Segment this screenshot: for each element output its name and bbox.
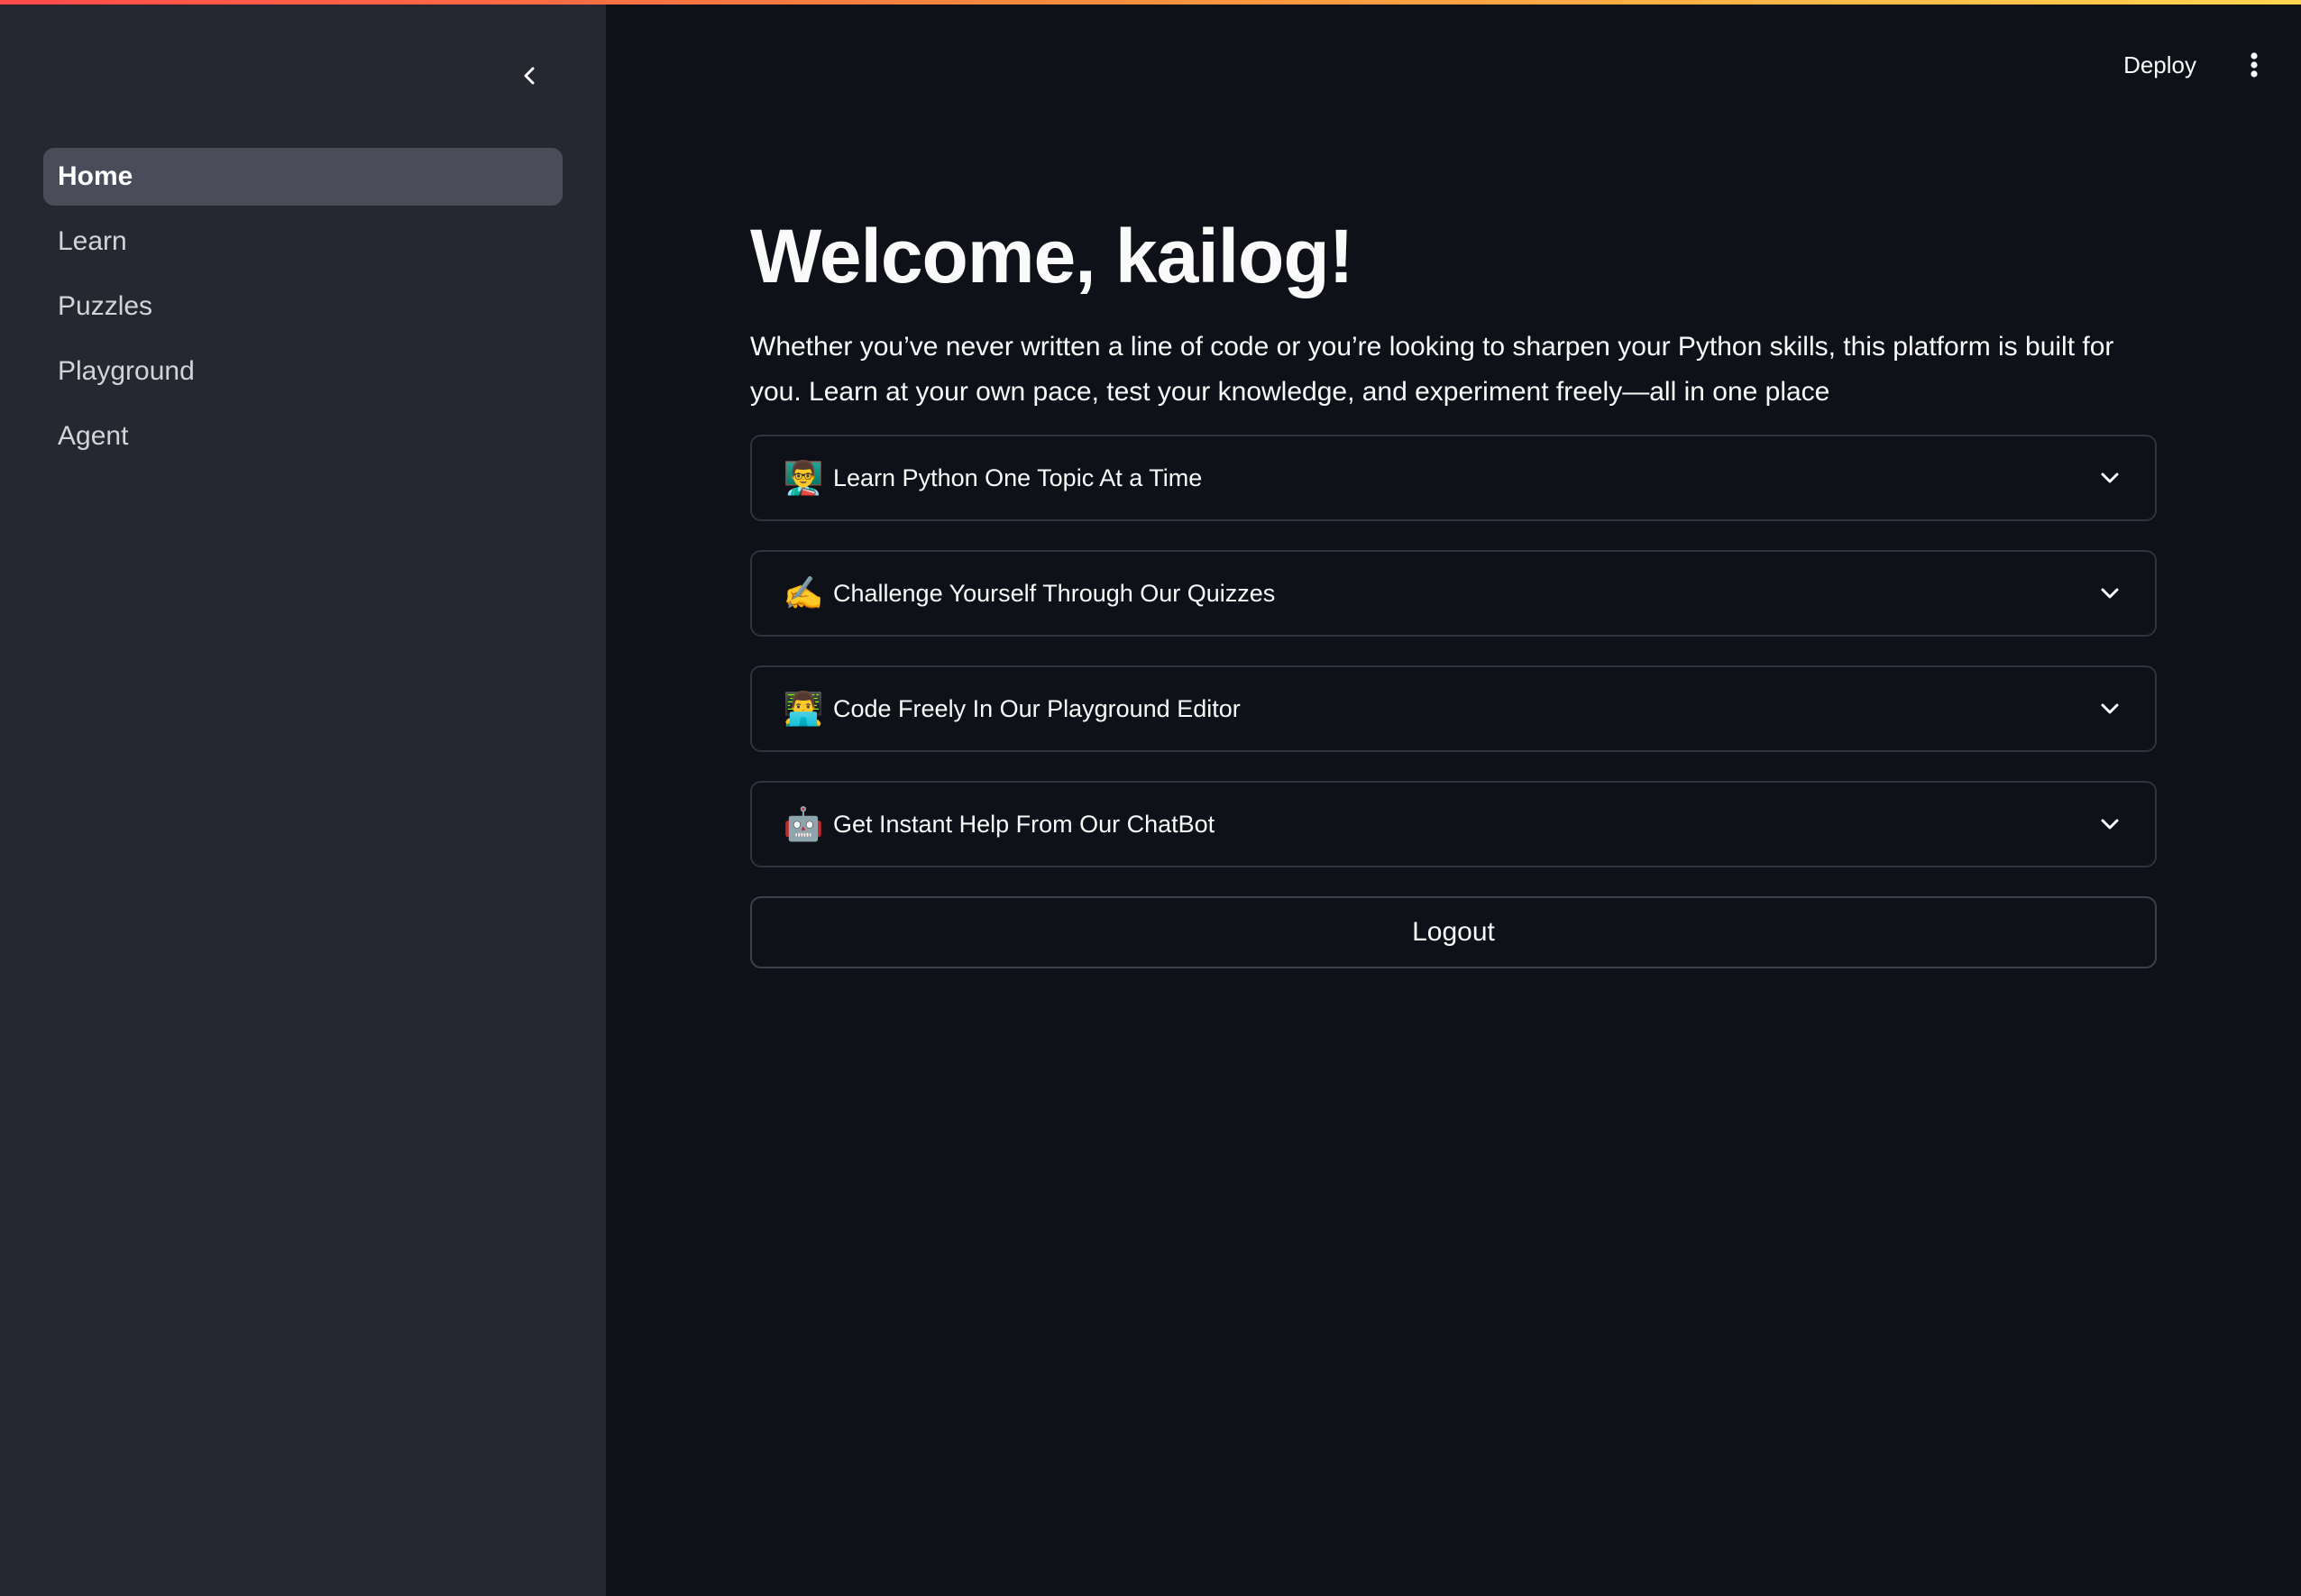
- main-content: Welcome, kailog! Whether you’ve never wr…: [750, 198, 2157, 968]
- intro-text: Whether you’ve never written a line of c…: [750, 332, 2114, 407]
- expander-learn[interactable]: 👨‍🏫 Learn Python One Topic At a Time: [750, 435, 2157, 521]
- sidebar-item-home[interactable]: Home: [43, 148, 563, 206]
- sidebar-item-label: Playground: [58, 356, 195, 386]
- chevron-down-icon: [2095, 694, 2124, 723]
- chevron-left-icon: [524, 67, 535, 85]
- sidebar-item-playground[interactable]: Playground: [43, 343, 563, 400]
- main-menu-button[interactable]: [2236, 40, 2272, 90]
- sidebar-item-label: Agent: [58, 421, 129, 451]
- sidebar-item-agent[interactable]: Agent: [43, 408, 563, 465]
- expander-playground[interactable]: 👨‍💻 Code Freely In Our Playground Editor: [750, 665, 2157, 752]
- technologist-icon: 👨‍💻: [783, 690, 824, 727]
- chevron-down-icon: [2095, 463, 2124, 492]
- writing-hand-icon: ✍️: [783, 574, 824, 611]
- robot-icon: 🤖: [783, 805, 824, 842]
- chevron-down-icon: [2095, 810, 2124, 839]
- sidebar-nav: Home Learn Puzzles Playground Agent: [43, 148, 563, 472]
- sidebar-item-label: Puzzles: [58, 291, 153, 321]
- chevron-down-icon: [2095, 579, 2124, 608]
- sidebar-item-label: Learn: [58, 226, 127, 256]
- expander-label: Get Instant Help From Our ChatBot: [833, 810, 1215, 838]
- sidebar-item-label: Home: [58, 161, 133, 191]
- expander-label: Code Freely In Our Playground Editor: [833, 694, 1241, 722]
- feature-expanders: 👨‍🏫 Learn Python One Topic At a Time ✍️ …: [750, 435, 2157, 867]
- expander-label: Learn Python One Topic At a Time: [833, 463, 1203, 491]
- vertical-ellipsis-icon: [2251, 52, 2258, 78]
- expander-label: Challenge Yourself Through Our Quizzes: [833, 579, 1276, 607]
- expander-quizzes[interactable]: ✍️ Challenge Yourself Through Our Quizze…: [750, 550, 2157, 637]
- collapse-sidebar-button[interactable]: [510, 56, 550, 96]
- sidebar: Home Learn Puzzles Playground Agent: [0, 0, 606, 1596]
- deploy-button[interactable]: Deploy: [2107, 42, 2213, 88]
- teacher-icon: 👨‍🏫: [783, 459, 824, 496]
- expander-chatbot[interactable]: 🤖 Get Instant Help From Our ChatBot: [750, 781, 2157, 867]
- header-actions: Deploy: [2107, 40, 2301, 90]
- logout-button[interactable]: Logout: [750, 896, 2157, 968]
- decoration-gradient-bar: [0, 0, 2301, 5]
- page-title: Welcome, kailog!: [750, 214, 1354, 298]
- sidebar-item-learn[interactable]: Learn: [43, 213, 563, 271]
- sidebar-item-puzzles[interactable]: Puzzles: [43, 278, 563, 335]
